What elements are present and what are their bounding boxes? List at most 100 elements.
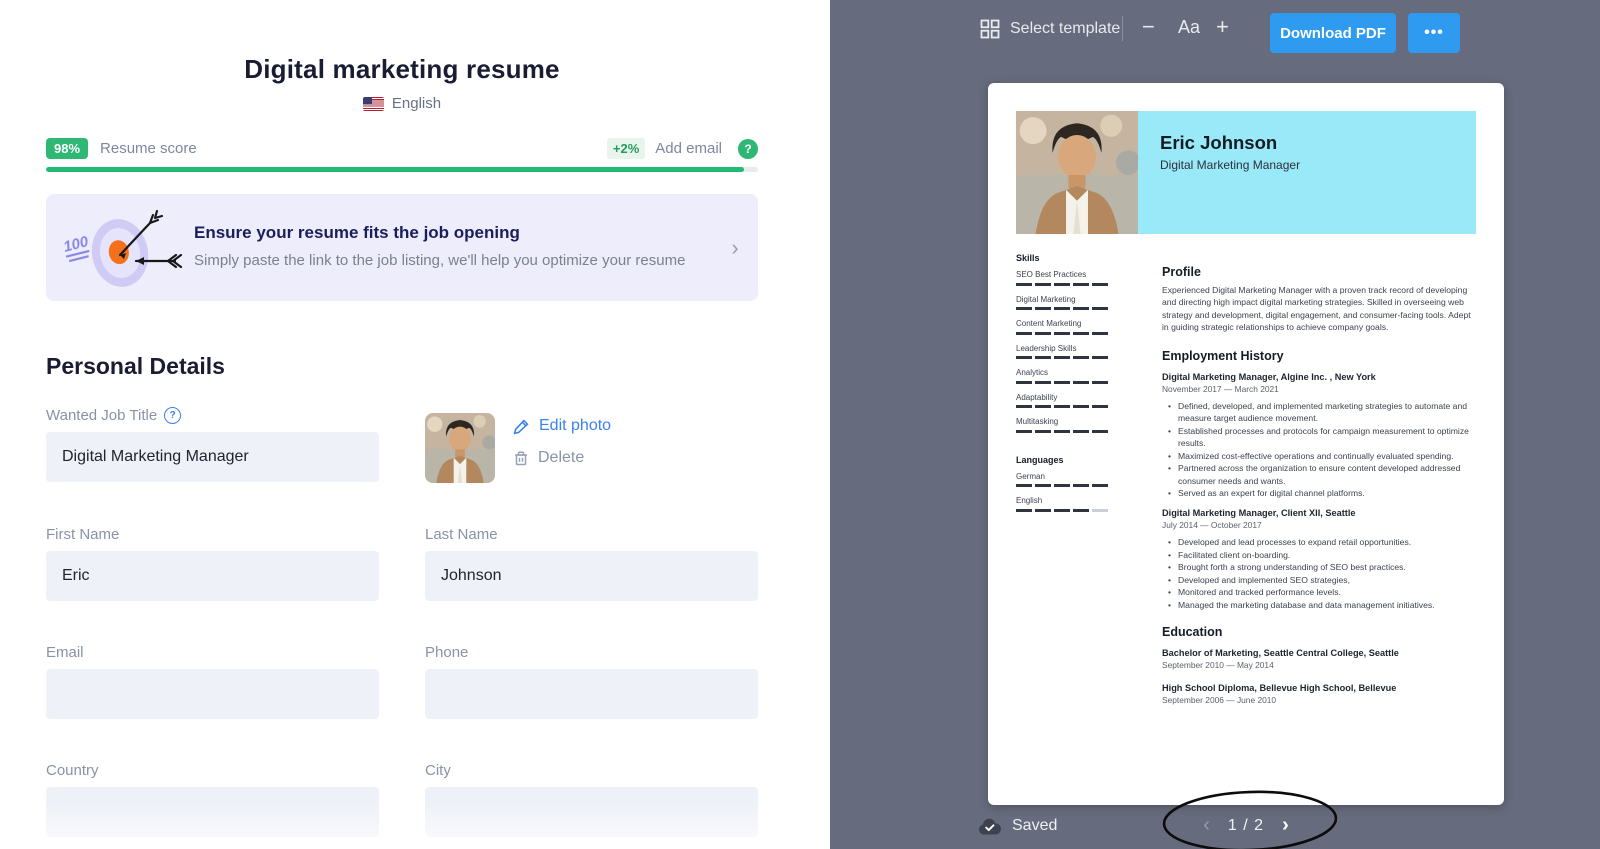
language-selector[interactable]: English xyxy=(46,95,758,112)
profile-text: Experienced Digital Marketing Manager wi… xyxy=(1162,284,1476,334)
delete-photo-button[interactable]: Delete xyxy=(513,449,611,467)
email-field: Email xyxy=(46,643,379,719)
download-pdf-button[interactable]: Download PDF xyxy=(1270,13,1396,53)
resume-job-title: Digital Marketing Manager xyxy=(1160,158,1476,172)
profile-photo-thumbnail[interactable] xyxy=(425,413,495,483)
score-label: Resume score xyxy=(100,140,197,157)
page-navigation: ‹ 1 / 2 › xyxy=(1156,814,1336,837)
edit-photo-button[interactable]: Edit photo xyxy=(513,417,611,435)
skills-list: SEO Best Practices Digital Marketing Con… xyxy=(1016,270,1120,433)
select-template-button[interactable]: Select template xyxy=(980,19,1120,39)
personal-details-heading: Personal Details xyxy=(46,353,758,380)
font-size-button[interactable]: Aa xyxy=(1178,17,1200,38)
employment-heading: Employment History xyxy=(1162,349,1476,363)
resume-header: Eric Johnson Digital Marketing Manager xyxy=(1016,111,1476,234)
boost-action-link[interactable]: Add email xyxy=(655,140,722,157)
skills-heading: Skills xyxy=(1016,253,1120,263)
resume-score-row: 98% Resume score +2% Add email ? xyxy=(46,138,758,159)
language-rating-bar xyxy=(1016,509,1120,512)
score-badge: 98% xyxy=(46,138,88,159)
skill-item: Adaptability xyxy=(1016,393,1120,409)
phone-field: Phone xyxy=(425,643,758,719)
email-input[interactable] xyxy=(46,669,379,719)
banner-chevron-icon[interactable]: › xyxy=(712,235,758,261)
skill-rating-bar xyxy=(1016,283,1120,286)
wanted-job-title-label: Wanted Job Title xyxy=(46,407,157,424)
first-name-label: First Name xyxy=(46,526,119,543)
prev-page-button[interactable]: ‹ xyxy=(1203,814,1210,837)
resume-preview-page[interactable]: Eric Johnson Digital Marketing Manager S… xyxy=(988,83,1504,805)
email-label: Email xyxy=(46,644,84,661)
skill-rating-bar xyxy=(1016,381,1120,384)
languages-heading: Languages xyxy=(1016,455,1120,465)
last-name-input[interactable] xyxy=(425,551,758,601)
phone-label: Phone xyxy=(425,644,468,661)
jobs-list: Digital Marketing Manager, Algine Inc. ,… xyxy=(1162,372,1476,611)
skill-item: SEO Best Practices xyxy=(1016,270,1120,286)
skill-rating-bar xyxy=(1016,307,1120,310)
last-name-field: Last Name xyxy=(425,525,758,601)
city-input[interactable] xyxy=(425,787,758,837)
boost-badge: +2% xyxy=(607,138,645,159)
first-name-field: First Name xyxy=(46,525,379,601)
wanted-job-title-field: Wanted Job Title ? xyxy=(46,406,379,483)
education-list: Bachelor of Marketing, Seattle Central C… xyxy=(1162,648,1476,705)
languages-list: German English xyxy=(1016,472,1120,512)
country-input[interactable] xyxy=(46,787,379,837)
skill-item: Leadership Skills xyxy=(1016,344,1120,360)
job-match-banner[interactable]: 100 xyxy=(46,194,758,301)
pencil-icon xyxy=(513,418,530,435)
resume-sidebar: Skills SEO Best Practices Digital Market… xyxy=(1016,253,1120,718)
skill-item: Multitasking xyxy=(1016,417,1120,433)
editor-panel: Digital marketing resume English 98% Res… xyxy=(0,0,830,849)
country-label: Country xyxy=(46,762,99,779)
city-field: City xyxy=(425,761,758,837)
skill-item: Analytics xyxy=(1016,368,1120,384)
city-label: City xyxy=(425,762,451,779)
font-increase-button[interactable]: + xyxy=(1216,14,1229,40)
us-flag-icon xyxy=(363,97,384,111)
saved-status: Saved xyxy=(978,817,1057,835)
next-page-button[interactable]: › xyxy=(1282,814,1289,837)
language-rating-bar xyxy=(1016,484,1120,487)
score-progress-fill xyxy=(46,167,744,172)
phone-input[interactable] xyxy=(425,669,758,719)
education-heading: Education xyxy=(1162,625,1476,639)
education-entry: Bachelor of Marketing, Seattle Central C… xyxy=(1162,648,1476,670)
skill-rating-bar xyxy=(1016,405,1120,408)
skill-rating-bar xyxy=(1016,430,1120,433)
template-grid-icon xyxy=(980,19,1000,39)
last-name-label: Last Name xyxy=(425,526,498,543)
skill-item: Digital Marketing xyxy=(1016,295,1120,311)
banner-title: Ensure your resume fits the job opening xyxy=(194,223,704,243)
wanted-job-title-input[interactable] xyxy=(46,432,379,482)
more-options-button[interactable]: ••• xyxy=(1408,13,1460,53)
trash-icon xyxy=(513,450,529,467)
document-title[interactable]: Digital marketing resume xyxy=(46,54,758,85)
page-indicator: 1 / 2 xyxy=(1228,817,1264,835)
photo-block: Edit photo Delete xyxy=(425,406,758,483)
cloud-check-icon xyxy=(978,818,1002,835)
language-item: German xyxy=(1016,472,1120,488)
font-decrease-button[interactable]: − xyxy=(1142,14,1155,40)
preview-panel: Select template − Aa + Download PDF ••• xyxy=(830,0,1600,849)
profile-heading: Profile xyxy=(1162,265,1476,279)
skill-rating-bar xyxy=(1016,332,1120,335)
skill-rating-bar xyxy=(1016,356,1120,359)
education-entry: High School Diploma, Bellevue High Schoo… xyxy=(1162,683,1476,705)
score-help-icon[interactable]: ? xyxy=(738,139,758,159)
resume-title-band: Eric Johnson Digital Marketing Manager xyxy=(1138,111,1476,234)
banner-subtitle: Simply paste the link to the job listing… xyxy=(194,250,704,273)
target-illustration-icon: 100 xyxy=(46,199,194,297)
toolbar-divider xyxy=(1122,16,1123,41)
job-title-help-icon[interactable]: ? xyxy=(164,407,181,424)
resume-photo xyxy=(1016,111,1138,234)
skill-item: Content Marketing xyxy=(1016,319,1120,335)
language-label: English xyxy=(392,95,441,112)
score-progress-bar xyxy=(46,167,758,172)
resume-main-column: Profile Experienced Digital Marketing Ma… xyxy=(1162,253,1476,718)
preview-toolbar: Select template − Aa + Download PDF ••• xyxy=(830,0,1600,56)
country-field: Country xyxy=(46,761,379,837)
job-entry: Digital Marketing Manager, Algine Inc. ,… xyxy=(1162,372,1476,500)
first-name-input[interactable] xyxy=(46,551,379,601)
